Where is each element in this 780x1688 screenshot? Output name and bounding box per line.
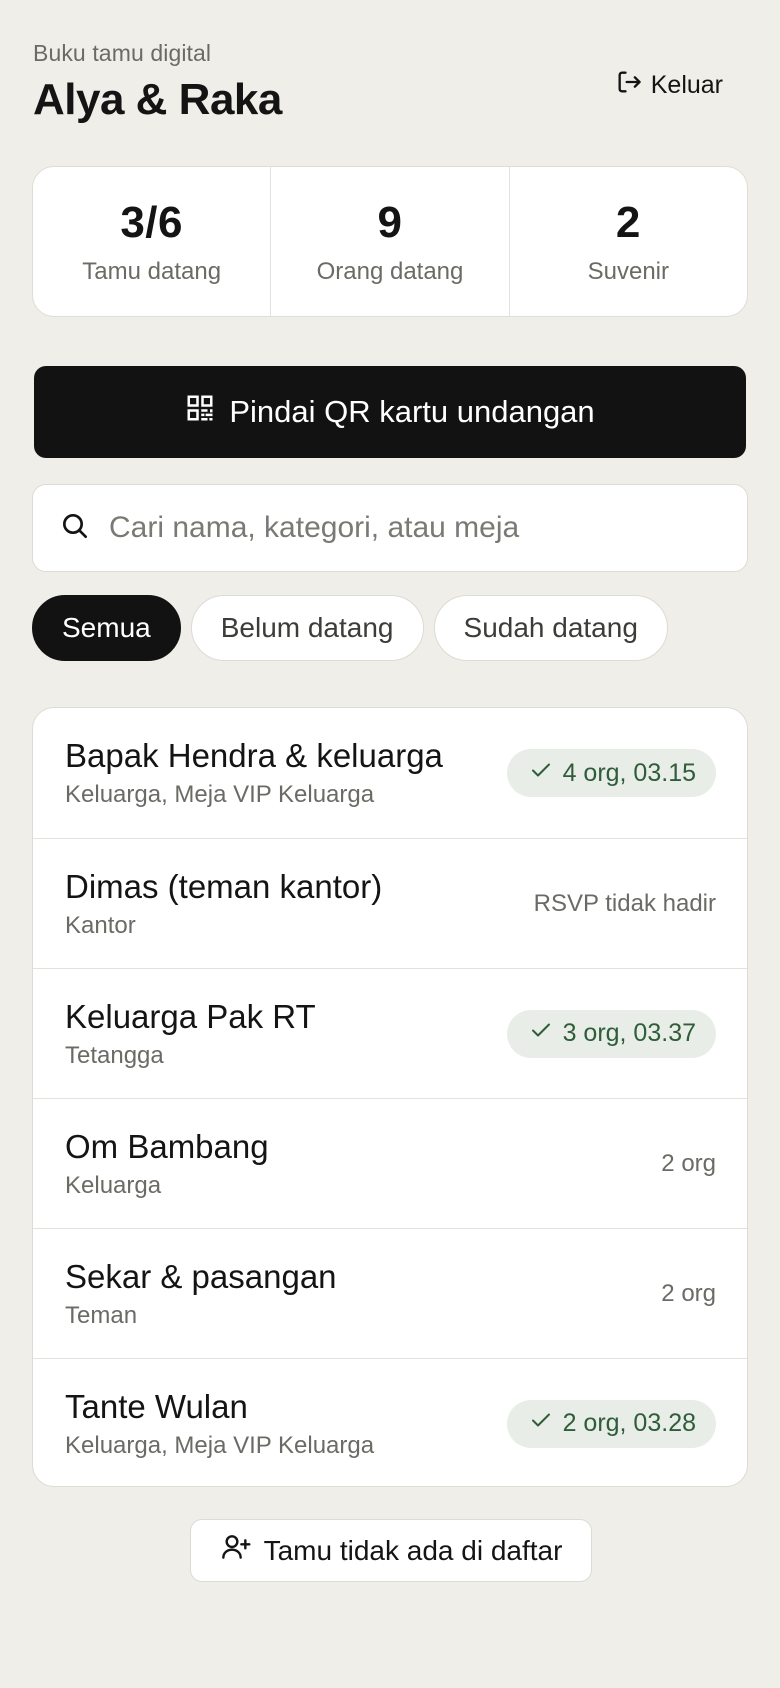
- scan-qr-button[interactable]: Pindai QR kartu undangan: [34, 366, 746, 458]
- checked-in-badge: 3 org, 03.37: [506, 1009, 716, 1058]
- check-icon: [529, 758, 553, 789]
- guest-name: Tante Wulan: [65, 1387, 248, 1425]
- search-icon: [59, 510, 91, 547]
- stat-label: Suvenir: [587, 257, 669, 285]
- checked-in-text: 4 org, 03.15: [562, 758, 696, 787]
- guest-name: Dimas (teman kantor): [65, 867, 383, 905]
- add-user-icon: [220, 1531, 252, 1570]
- filter-chips: Semua Belum datang Sudah datang: [32, 595, 668, 661]
- guest-row[interactable]: Dimas (teman kantor) Kantor RSVP tidak h…: [33, 838, 747, 968]
- party-size: 2 org: [661, 1149, 716, 1177]
- checked-in-badge: 2 org, 03.28: [506, 1399, 716, 1448]
- rsvp-status: RSVP tidak hadir: [533, 889, 716, 917]
- stat-value: 9: [377, 197, 403, 247]
- app-subtitle: Buku tamu digital: [33, 40, 212, 66]
- stat-label: Tamu datang: [82, 257, 222, 285]
- checked-in-text: 3 org, 03.37: [562, 1019, 696, 1047]
- search-box: [32, 484, 748, 572]
- guest-info: Keluarga Pak RT Tetangga: [65, 998, 316, 1070]
- guest-name: Sekar & pasangan: [65, 1257, 337, 1295]
- stat-souvenirs: 2 Suvenir: [508, 167, 747, 316]
- guestbook-screen: Buku tamu digital Alya & Raka Keluar 3/6…: [0, 0, 780, 1688]
- guest-list: Bapak Hendra & keluarga Keluarga, Meja V…: [32, 707, 748, 1487]
- party-size: 2 org: [661, 1279, 716, 1307]
- stat-value: 3/6: [120, 197, 183, 247]
- filter-all[interactable]: Semua: [32, 595, 181, 661]
- stat-people-arrived: 9 Orang datang: [270, 167, 508, 316]
- filter-arrived[interactable]: Sudah datang: [433, 595, 668, 661]
- guest-name: Om Bambang: [65, 1127, 269, 1165]
- logout-icon: [615, 68, 643, 103]
- guest-row[interactable]: Tante Wulan Keluarga, Meja VIP Keluarga …: [33, 1358, 747, 1486]
- guest-row[interactable]: Om Bambang Keluarga 2 org: [33, 1098, 747, 1228]
- guest-name: Keluarga Pak RT: [65, 997, 316, 1035]
- logout-button[interactable]: Keluar: [615, 68, 723, 103]
- logout-label: Keluar: [650, 71, 723, 99]
- stat-label: Orang datang: [316, 257, 464, 285]
- stats-card: 3/6 Tamu datang 9 Orang datang 2 Suvenir: [32, 166, 748, 317]
- guest-info: Bapak Hendra & keluarga Keluarga, Meja V…: [65, 737, 443, 809]
- scan-qr-label: Pindai QR kartu undangan: [229, 394, 595, 429]
- guest-row[interactable]: Keluarga Pak RT Tetangga 3 org, 03.37: [33, 968, 747, 1098]
- guest-info: Om Bambang Keluarga: [65, 1128, 269, 1200]
- filter-not-arrived[interactable]: Belum datang: [190, 595, 424, 661]
- guest-details: Keluarga, Meja VIP Keluarga: [65, 1431, 375, 1459]
- header: Buku tamu digital Alya & Raka Keluar: [33, 40, 747, 140]
- search-input[interactable]: [109, 511, 709, 545]
- guest-name: Bapak Hendra & keluarga: [65, 737, 443, 774]
- guest-details: Tetangga: [65, 1041, 164, 1069]
- guest-info: Tante Wulan Keluarga, Meja VIP Keluarga: [65, 1388, 374, 1460]
- guest-info: Sekar & pasangan Teman: [65, 1258, 337, 1330]
- guest-row[interactable]: Sekar & pasangan Teman 2 org: [33, 1228, 747, 1358]
- add-unlisted-guest-button[interactable]: Tamu tidak ada di daftar: [190, 1519, 592, 1582]
- checked-in-badge: 4 org, 03.15: [506, 749, 716, 797]
- check-icon: [529, 1408, 553, 1439]
- guest-details: Keluarga, Meja VIP Keluarga: [65, 781, 375, 808]
- qr-code-icon: [185, 393, 215, 431]
- guest-details: Teman: [65, 1301, 138, 1329]
- check-icon: [529, 1018, 553, 1049]
- guest-details: Kantor: [65, 911, 136, 939]
- guest-details: Keluarga: [65, 1171, 162, 1199]
- add-unlisted-guest-label: Tamu tidak ada di daftar: [263, 1534, 563, 1566]
- guest-info: Dimas (teman kantor) Kantor: [65, 868, 382, 940]
- stat-guests-arrived: 3/6 Tamu datang: [33, 167, 270, 316]
- checked-in-text: 2 org, 03.28: [562, 1409, 696, 1437]
- stat-value: 2: [615, 197, 641, 247]
- guest-row[interactable]: Bapak Hendra & keluarga Keluarga, Meja V…: [33, 708, 747, 838]
